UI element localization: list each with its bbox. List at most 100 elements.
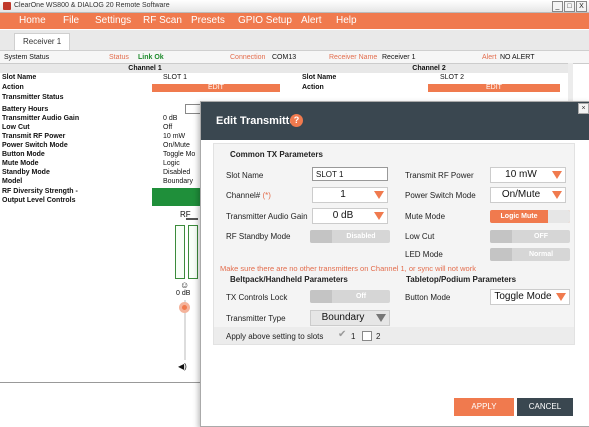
menu-home[interactable]: Home	[19, 15, 46, 26]
row-model: Model	[2, 178, 23, 185]
connection-label: Connection	[230, 54, 266, 61]
ch1-model-value: Boundary	[163, 178, 193, 185]
menu-file[interactable]: File	[63, 15, 79, 26]
dialog-close-button[interactable]: ×	[578, 103, 589, 114]
audio-gain-select[interactable]: 0 dB	[312, 208, 388, 224]
tab-bar	[0, 30, 589, 51]
menu-alert[interactable]: Alert	[301, 15, 322, 26]
mute-mode-toggle[interactable]: Logic Mute	[490, 210, 570, 223]
low-cut-toggle[interactable]: OFF	[490, 230, 570, 243]
chevron-down-icon	[552, 191, 562, 199]
ch1-low-cut-value: Off	[163, 124, 173, 131]
chevron-down-icon	[374, 212, 384, 220]
dialog-title: Edit Transmitter	[216, 115, 300, 127]
window-bottom-edge	[0, 382, 206, 383]
ch2-slot-name-value: SLOT 2	[440, 74, 464, 81]
slot-name-label: Slot Name	[226, 171, 264, 180]
output-slider-handle-dot	[182, 305, 187, 310]
connection-value: COM13	[272, 54, 297, 61]
maximize-button[interactable]: □	[564, 1, 575, 12]
edit-transmitter-dialog: Edit Transmitter ? × Common TX Parameter…	[200, 101, 589, 427]
row-rf-power: Transmit RF Power	[2, 133, 66, 140]
check-icon[interactable]: ✔	[338, 329, 346, 340]
ch1-button-mode-value: Toggle Mo	[163, 151, 196, 158]
tx-type-select[interactable]: Boundary	[310, 310, 390, 326]
alert-value: NO ALERT	[500, 54, 535, 61]
slot-2-checkbox[interactable]	[362, 331, 372, 341]
led-mode-label: LED Mode	[405, 250, 443, 259]
rf-diversity-bar	[152, 188, 200, 206]
status-value: Link Ok	[138, 54, 164, 61]
ch1-audio-gain-value: 0 dB	[163, 115, 178, 122]
ch1-standby-value: Disabled	[163, 169, 191, 176]
low-cut-label: Low Cut	[405, 232, 435, 241]
receiver-name-label: Receiver Name	[329, 54, 378, 61]
menu-bar: Home File Settings RF Scan Presets GPIO …	[0, 13, 589, 29]
required-marker: (*)	[262, 191, 271, 200]
tx-lock-label: TX Controls Lock	[226, 293, 288, 302]
button-mode-select[interactable]: Toggle Mode	[490, 289, 570, 305]
system-status-label: System Status	[4, 54, 50, 61]
tx-lock-toggle[interactable]: Off	[310, 290, 390, 303]
audio-gain-label: Transmitter Audio Gain	[226, 212, 308, 221]
button-mode-select-value: Toggle Mode	[494, 291, 552, 302]
chevron-down-icon	[376, 314, 386, 322]
channel-select[interactable]: 1	[312, 187, 388, 203]
close-button[interactable]: X	[576, 1, 587, 12]
power-switch-select-value: On/Mute	[501, 189, 541, 200]
ch1-mute-mode-value: Logic	[163, 160, 180, 167]
row-transmitter-status: Transmitter Status	[2, 94, 64, 101]
power-switch-select[interactable]: On/Mute	[490, 187, 566, 203]
menu-gpio-setup[interactable]: GPIO Setup	[238, 15, 292, 26]
cancel-button[interactable]: CANCEL	[517, 398, 573, 416]
ch2-action-label: Action	[302, 84, 324, 91]
rf-standby-toggle-text: Disabled	[346, 233, 376, 240]
low-cut-toggle-text: OFF	[534, 233, 548, 240]
chevron-down-icon	[556, 293, 566, 301]
channel-select-value: 1	[340, 189, 346, 200]
row-low-cut: Low Cut	[2, 124, 30, 131]
rf-power-label: Transmit RF Power	[405, 171, 474, 180]
led-mode-toggle-text: Normal	[528, 251, 554, 258]
menu-presets[interactable]: Presets	[191, 15, 225, 26]
minimize-button[interactable]: _	[552, 1, 563, 12]
slot-name-input[interactable]: SLOT 1	[312, 167, 388, 181]
channel-1-header: Channel 1	[0, 64, 290, 73]
apply-slots-label: Apply above setting to slots	[226, 332, 324, 341]
app-icon	[3, 2, 11, 10]
tx-type-select-value: Boundary	[321, 312, 365, 323]
menu-settings[interactable]: Settings	[95, 15, 131, 26]
apply-button[interactable]: APPLY	[454, 398, 514, 416]
rf-meter-b	[188, 225, 198, 279]
led-mode-toggle[interactable]: Normal	[490, 248, 570, 261]
receiver-name-value: Receiver 1	[382, 54, 416, 61]
audio-gain-select-value: 0 dB	[332, 210, 354, 221]
window-title: ClearOne WS800 & DIALOG 20 Remote Softwa…	[14, 2, 170, 9]
parameters-panel: Common TX Parameters Slot Name SLOT 1 Ch…	[213, 143, 575, 345]
ch1-slot-name-value: SLOT 1	[163, 74, 187, 81]
row-slot-name: Slot Name	[2, 74, 37, 81]
mute-mode-toggle-text: Logic Mute	[500, 213, 538, 220]
chevron-down-icon	[552, 171, 562, 179]
ch2-slot-name-label: Slot Name	[302, 74, 337, 81]
row-power-switch: Power Switch Mode	[2, 142, 68, 149]
help-icon[interactable]: ?	[290, 114, 303, 127]
rf-meter-marker	[186, 218, 198, 220]
channel-label: Channel# (*)	[226, 191, 271, 200]
ch1-edit-button[interactable]: EDIT	[152, 84, 280, 92]
menu-help[interactable]: Help	[336, 15, 357, 26]
row-action: Action	[2, 84, 24, 91]
rf-power-select[interactable]: 10 mW	[490, 167, 566, 183]
row-rf-diversity: RF Diversity Strength -	[2, 188, 78, 195]
tab-receiver-1[interactable]: Receiver 1	[14, 33, 71, 50]
menu-rf-scan[interactable]: RF Scan	[143, 15, 182, 26]
slot-2-label: 2	[376, 332, 381, 341]
speaker-icon[interactable]: ◀)	[178, 362, 187, 371]
ch2-edit-button[interactable]: EDIT	[428, 84, 560, 92]
rf-standby-toggle[interactable]: Disabled	[310, 230, 390, 243]
status-label: Status	[109, 54, 129, 61]
alert-label: Alert	[482, 54, 497, 61]
rf-meter-a	[175, 225, 185, 279]
row-output-level: Output Level Controls	[2, 197, 76, 204]
common-tx-header: Common TX Parameters	[230, 150, 323, 159]
